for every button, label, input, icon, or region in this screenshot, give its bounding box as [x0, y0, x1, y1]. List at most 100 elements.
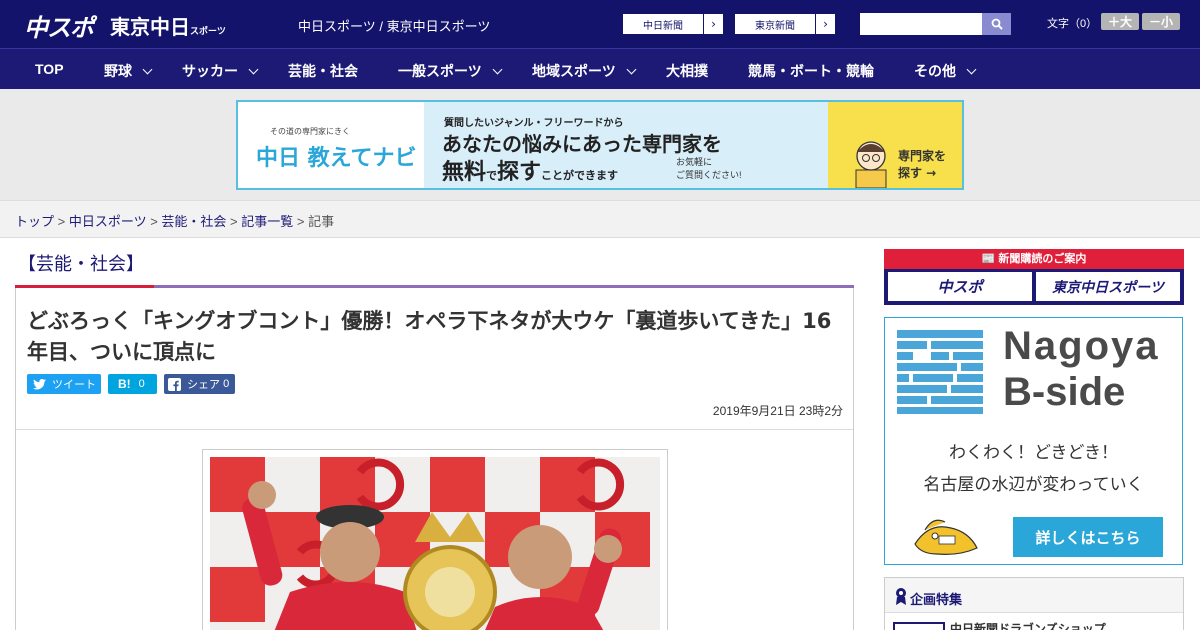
- facebook-share-button[interactable]: シェア 0: [164, 374, 235, 394]
- nav-item-label: その他: [914, 63, 956, 79]
- global-nav: TOP 野球 サッカー 芸能・社会 一般スポーツ 地域スポーツ 大相撲 競馬・ボ…: [0, 48, 1200, 89]
- article-headline: どぶろっく「キングオブコント」優勝！オペラ下ネタが大ウケ「裏道歩いてきた」16年…: [27, 309, 832, 364]
- article-photo-frame: [202, 449, 668, 630]
- chevron-down-icon: [248, 64, 259, 75]
- breadcrumb-separator: >: [293, 214, 309, 229]
- subscribe-tokyo-chunichi-button[interactable]: 東京中日スポーツ: [1036, 272, 1180, 301]
- search-button[interactable]: [982, 13, 1011, 35]
- ad-copy-possible: ことができます: [541, 169, 619, 182]
- nav-item-general-sports[interactable]: 一般スポーツ: [398, 61, 503, 81]
- breadcrumb-separator: >: [226, 214, 242, 229]
- ad-copy-panel: 質問したいジャンル・フリーワードから あなたの悩みにあった専門家を 無料で探すこ…: [424, 102, 962, 188]
- article-photo[interactable]: [210, 457, 660, 630]
- facebook-icon: [168, 377, 181, 391]
- breadcrumb-chunichi-sports[interactable]: 中日スポーツ: [69, 214, 147, 229]
- text-size-plus-button[interactable]: ＋大: [1101, 13, 1139, 30]
- nav-item-label: 野球: [104, 63, 132, 79]
- chunichi-shimbun-button[interactable]: 中日新聞 ›: [622, 13, 724, 35]
- ad-note-line2: ご質問ください!: [676, 170, 742, 180]
- ad-copy-de: で: [486, 169, 498, 182]
- ad-cta-line2: 探す →: [898, 166, 937, 180]
- nagoya-copy-line1: わくわく！どきどき！: [949, 443, 1118, 463]
- tweet-button[interactable]: ツイート: [27, 374, 101, 394]
- article-category: 【芸能・社会】: [18, 254, 144, 275]
- ad-copy-line1: 質問したいジャンル・フリーワードから: [444, 118, 624, 129]
- nav-item-racing[interactable]: 競馬・ボート・競輪: [748, 61, 874, 81]
- chevron-down-icon: [626, 64, 637, 75]
- facebook-share-count: 0: [223, 378, 230, 390]
- breadcrumb-top[interactable]: トップ: [15, 214, 54, 229]
- chevron-down-icon: [492, 64, 503, 75]
- chevron-down-icon: [966, 64, 977, 75]
- article-date: 2019年9月21日 23時2分: [712, 404, 843, 418]
- nav-item-other[interactable]: その他: [914, 61, 977, 81]
- article-card: どぶろっく「キングオブコント」優勝！オペラ下ネタが大ウケ「裏道歩いてきた」16年…: [15, 288, 854, 630]
- breadcrumb-separator: >: [54, 214, 69, 229]
- search-input[interactable]: [860, 13, 982, 35]
- ad-cta-text: 専門家を探す →: [898, 148, 946, 182]
- questioner-illustration-icon: [855, 141, 887, 188]
- ad-note: お気軽にご質問ください!: [676, 156, 742, 182]
- ad-copy-search: 探す: [497, 160, 542, 185]
- shachihoko-mascot-icon: [914, 519, 978, 555]
- ribbon-icon: [896, 588, 906, 605]
- breadcrumb-entertainment[interactable]: 芸能・社会: [161, 214, 226, 229]
- article-divider: [16, 429, 853, 430]
- subscribe-chuspo-button[interactable]: 中スポ: [888, 272, 1032, 301]
- breadcrumb-bar: トップ > 中日スポーツ > 芸能・社会 > 記事一覧 > 記事: [0, 200, 1200, 238]
- ad-cta-panel[interactable]: 専門家を探す →: [828, 102, 962, 188]
- nav-item-baseball[interactable]: 野球: [104, 61, 153, 81]
- nav-item-label: 大相撲: [666, 63, 708, 79]
- subscription-heading: 📰 新聞購読のご案内: [884, 249, 1184, 269]
- facebook-share-label: シェア: [187, 379, 220, 391]
- subscription-heading-label: 新聞購読のご案内: [998, 253, 1087, 265]
- tokyo-shimbun-button[interactable]: 東京新聞 ›: [734, 13, 836, 35]
- chevron-down-icon: [142, 64, 153, 75]
- nav-item-sumo[interactable]: 大相撲: [666, 61, 708, 81]
- newspaper-icon: 📰: [981, 253, 999, 265]
- nav-item-label: 芸能・社会: [288, 63, 358, 79]
- breadcrumb-separator: >: [146, 214, 162, 229]
- nagoya-title-line2: B-side: [1003, 370, 1126, 414]
- breadcrumb: トップ > 中日スポーツ > 芸能・社会 > 記事一覧 > 記事: [15, 211, 334, 230]
- chevron-right-icon: ›: [703, 14, 723, 34]
- dragons-shop-thumbnail[interactable]: [893, 622, 945, 630]
- nav-item-soccer[interactable]: サッカー: [182, 61, 259, 81]
- breadcrumb-article-list[interactable]: 記事一覧: [241, 214, 293, 229]
- ad-cta-line1: 専門家を: [898, 149, 947, 163]
- site-title: 中日スポーツ / 東京中日スポーツ: [298, 19, 491, 34]
- twitter-icon: [33, 378, 46, 389]
- chunichi-shimbun-label: 中日新聞: [643, 20, 683, 32]
- tokyo-chunichi-logo[interactable]: 東京中日スポーツ: [110, 11, 226, 40]
- tokyo-logo-main: 東京中日: [110, 15, 190, 39]
- nagoya-bside-ad[interactable]: Nagoya B-side わくわく！どきどき！ 名古屋の水辺が変わっていく 詳…: [884, 317, 1183, 565]
- text-size-label: 文字（0）: [1047, 18, 1098, 30]
- hatena-bookmark-button[interactable]: B! 0: [108, 374, 157, 394]
- nagoya-copy-line2: 名古屋の水辺が変わっていく: [923, 475, 1144, 495]
- special-features-header: 企画特集: [885, 578, 1183, 613]
- special-feature-item[interactable]: 中日新聞ドラゴンズショップ: [950, 620, 1106, 630]
- hatena-icon: B!: [118, 377, 131, 391]
- ad-note-line1: お気軽に: [676, 157, 713, 167]
- site-header: 中スポ 東京中日スポーツ 中日スポーツ / 東京中日スポーツ 中日新聞 › 東京…: [0, 0, 1200, 48]
- main-content: 【芸能・社会】 どぶろっく「キングオブコント」優勝！オペラ下ネタが大ウケ「裏道歩…: [0, 238, 1200, 630]
- subscription-box: 📰 新聞購読のご案内 中スポ 東京中日スポーツ: [884, 249, 1184, 305]
- nav-item-top[interactable]: TOP: [35, 61, 64, 77]
- chuspo-logo[interactable]: 中スポ: [24, 8, 94, 43]
- nav-item-label: 競馬・ボート・競輪: [748, 63, 874, 79]
- ad-copy-line3: 無料で探すことができます: [442, 154, 618, 186]
- special-features-title: 企画特集: [910, 592, 963, 607]
- text-size-minus-button[interactable]: －小: [1142, 13, 1180, 30]
- chevron-right-icon: ›: [815, 14, 835, 34]
- ad-copy-free: 無料: [442, 160, 487, 185]
- hatena-count: 0: [138, 378, 145, 390]
- oshiete-navi-ad-banner[interactable]: その道の専門家にきく 中日 教えてナビ 質問したいジャンル・フリーワードから あ…: [236, 100, 964, 190]
- nav-item-entertainment[interactable]: 芸能・社会: [288, 61, 358, 81]
- ad-brand-panel: その道の専門家にきく 中日 教えてナビ: [238, 102, 424, 188]
- nav-item-label: TOP: [35, 61, 64, 77]
- nagoya-details-button[interactable]: 詳しくはこちら: [1013, 517, 1163, 557]
- nav-item-label: 一般スポーツ: [398, 63, 482, 79]
- nav-item-local-sports[interactable]: 地域スポーツ: [532, 61, 637, 81]
- tokyo-shimbun-label: 東京新聞: [755, 20, 795, 32]
- nav-item-label: サッカー: [182, 63, 238, 79]
